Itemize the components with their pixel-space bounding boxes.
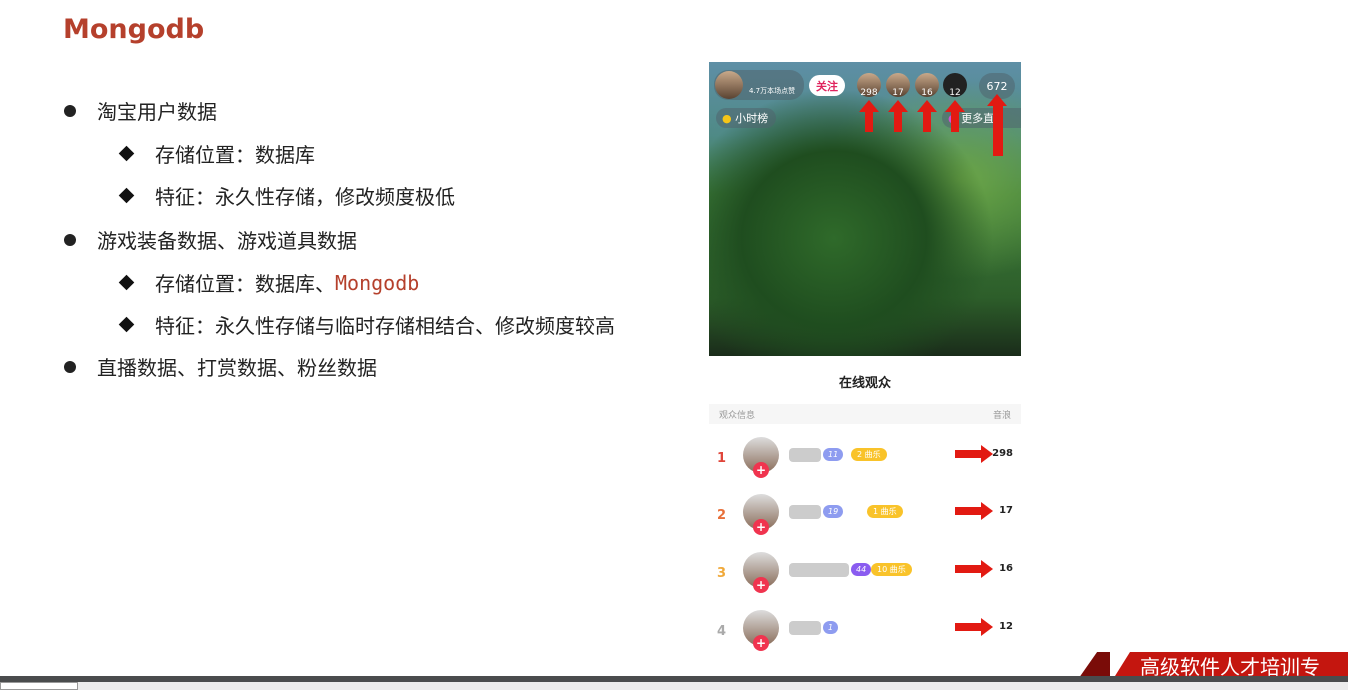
follow-button[interactable]: 关注 <box>809 75 845 96</box>
red-arrow-up-icon <box>987 94 1007 156</box>
viewer-value: 16 <box>921 88 933 98</box>
follow-plus-icon[interactable]: + <box>753 635 769 651</box>
level-badge: 1 <box>823 621 839 634</box>
host-avatar <box>715 71 743 99</box>
diamond-icon <box>118 187 135 204</box>
fan-badge: 1 曲乐 <box>867 505 903 518</box>
code-text: Mongodb <box>335 270 420 295</box>
red-arrow-up-icon <box>945 100 965 132</box>
red-arrow-up-icon <box>859 100 879 132</box>
rank-number: 4 <box>717 624 727 639</box>
bullet-taobao: 淘宝用户数据 <box>64 96 217 125</box>
diamond-icon <box>118 274 135 291</box>
red-arrow-up-icon <box>888 100 908 132</box>
level-badge: 44 <box>851 563 872 576</box>
host-likes: 4.7万本场点赞 <box>749 87 796 95</box>
bullet-live: 直播数据、打赏数据、粉丝数据 <box>64 352 377 381</box>
fan-badge: 2 曲乐 <box>851 448 887 461</box>
follow-plus-icon[interactable]: + <box>753 519 769 535</box>
fan-level: 1 <box>873 507 879 516</box>
blurred-username <box>789 505 821 519</box>
viewer-value: 17 <box>892 88 904 98</box>
sound-wave-value: 298 <box>992 448 1013 459</box>
col-value: 音浪 <box>992 410 1011 421</box>
bullet-dot-icon <box>64 360 76 373</box>
audience-title: 在线观众 <box>838 376 891 391</box>
col-info: 观众信息 <box>719 410 756 421</box>
blurred-username <box>789 563 849 577</box>
status-bar <box>0 682 1348 690</box>
level-badge: 11 <box>823 448 844 461</box>
host-info: 4.7万本场点赞 <box>714 70 804 100</box>
diamond-icon <box>118 145 135 162</box>
audience-row[interactable]: 2 + 19 1 曲乐 17 <box>709 494 1021 544</box>
sub-bullet: 存储位置：数据库 <box>118 139 315 168</box>
audience-row[interactable]: 3 + 44 10 曲乐 16 <box>709 552 1021 602</box>
sub-bullet-text: 存储位置：数据库、 <box>155 272 335 296</box>
rank-number: 3 <box>717 566 727 581</box>
viewer-value: 298 <box>860 88 878 98</box>
top-viewer-avatar[interactable]: 298 <box>857 73 881 98</box>
bullet-dot-icon <box>64 104 76 117</box>
top-viewer-avatar[interactable]: 16 <box>915 73 939 98</box>
bullet-text: 淘宝用户数据 <box>97 100 217 124</box>
red-arrow-up-icon <box>917 100 937 132</box>
hour-rank-button[interactable]: ● 小时榜 <box>716 108 776 128</box>
top-viewer-avatar[interactable]: 17 <box>886 73 910 98</box>
sub-bullet: 特征：永久性存储与临时存储相结合、修改频度较高 <box>118 310 615 339</box>
rank-number: 1 <box>717 451 727 466</box>
level-badge: 19 <box>823 505 844 518</box>
sound-wave-value: 12 <box>999 621 1013 632</box>
sound-wave-value: 16 <box>999 563 1013 574</box>
red-arrow-right-icon <box>955 502 993 520</box>
more-label: 更多直 <box>961 112 995 125</box>
follow-plus-icon[interactable]: + <box>753 577 769 593</box>
audience-row[interactable]: 1 + 11 2 曲乐 298 <box>709 437 1021 487</box>
bullet-text: 直播数据、打赏数据、粉丝数据 <box>97 356 377 380</box>
top-viewer-avatar[interactable]: 12 <box>943 73 967 98</box>
blurred-username <box>789 621 821 635</box>
sub-bullet-text: 存储位置：数据库 <box>155 143 315 167</box>
sub-bullet-text: 特征：永久性存储与临时存储相结合、修改频度较高 <box>155 314 615 338</box>
flame-icon: ● <box>722 111 732 125</box>
diamond-icon <box>118 316 135 333</box>
sub-bullet-text: 特征：永久性存储，修改频度极低 <box>155 185 455 209</box>
follow-plus-icon[interactable]: + <box>753 462 769 478</box>
hour-rank-label: 小时榜 <box>735 112 769 125</box>
red-arrow-right-icon <box>955 618 993 636</box>
rank-number: 2 <box>717 508 727 523</box>
fan-label: 曲乐 <box>864 450 881 459</box>
fan-label: 曲乐 <box>889 565 906 574</box>
viewer-value: 12 <box>949 88 961 98</box>
fan-level: 10 <box>877 565 888 574</box>
fan-level: 2 <box>857 450 863 459</box>
sound-wave-value: 17 <box>999 505 1013 516</box>
audience-row[interactable]: 4 + 1 12 <box>709 610 1021 660</box>
fan-label: 曲乐 <box>880 507 897 516</box>
red-arrow-right-icon <box>955 445 993 463</box>
bullet-game: 游戏装备数据、游戏道具数据 <box>64 225 357 254</box>
fan-badge: 10 曲乐 <box>871 563 912 576</box>
audience-header: 观众信息 音浪 <box>709 404 1021 424</box>
bullet-dot-icon <box>64 233 76 246</box>
red-arrow-right-icon <box>955 560 993 578</box>
sub-bullet: 存储位置：数据库、 Mongodb <box>118 268 420 297</box>
sub-bullet: 特征：永久性存储，修改频度极低 <box>118 181 455 210</box>
bullet-text: 游戏装备数据、游戏道具数据 <box>97 229 357 253</box>
view-controls[interactable] <box>0 682 78 690</box>
blurred-username <box>789 448 821 462</box>
slide-title: Mongodb <box>63 14 205 45</box>
